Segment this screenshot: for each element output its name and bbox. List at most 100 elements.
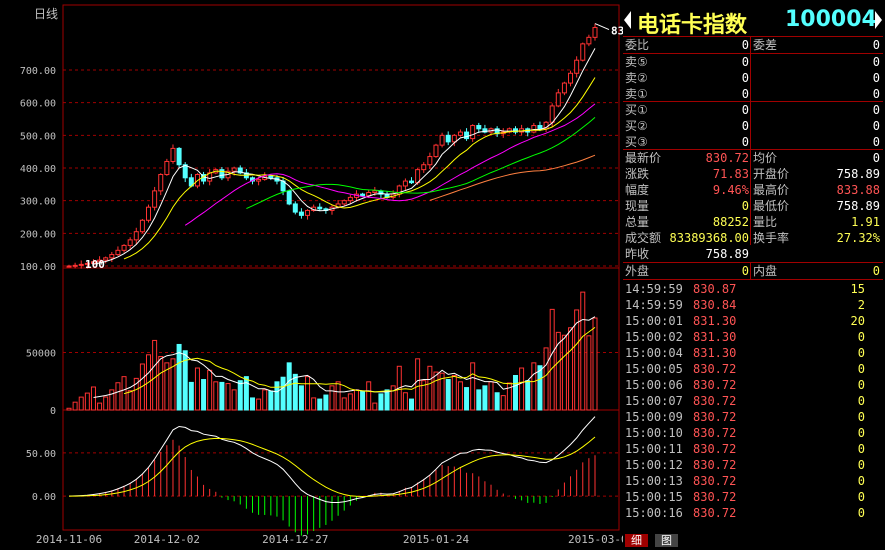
candle — [445, 134, 451, 143]
price-tick-label: 400.00 — [20, 164, 56, 175]
volume-bar — [176, 343, 182, 411]
trade-volume: 0 — [857, 442, 865, 456]
candle — [256, 178, 262, 182]
candle — [146, 206, 152, 221]
quote-stat-row: 成交额 83389368.00 换手率 27.32% — [623, 230, 883, 246]
ma5-line — [93, 48, 596, 265]
panel-tabs: 细图 — [623, 534, 883, 548]
stat-label: 最新价 — [625, 151, 662, 165]
stat-label: 量比 — [753, 215, 778, 229]
volume-bar — [457, 381, 463, 411]
high-value-label: 833.8801 — [611, 25, 623, 38]
candle — [78, 263, 84, 266]
volume-bar — [494, 392, 500, 411]
quote-header: 电话卡指数 100004 — [623, 5, 883, 38]
stat-label: 幅度 — [625, 183, 650, 197]
volume-bar — [372, 402, 378, 411]
panel-column-divider — [750, 149, 751, 245]
panel-tab[interactable]: 细 — [625, 534, 648, 547]
order-level-label: 买② — [625, 119, 648, 133]
trade-price: 831.30 — [693, 330, 737, 344]
order-volume: 0 — [872, 119, 880, 133]
panel-tab[interactable]: 图 — [655, 534, 678, 547]
volume-bar — [305, 376, 311, 411]
quote-stat-row: 涨跌 71.83 开盘价 758.89 — [623, 166, 883, 182]
period-label: 日线 — [34, 7, 58, 21]
trade-row: 15:00:16 830.72 0 — [623, 505, 883, 521]
volume-bar — [360, 390, 366, 411]
macd-tick-label: 0.00 — [32, 492, 56, 503]
trade-time: 15:00:06 — [625, 378, 683, 392]
candle — [158, 174, 164, 192]
candle — [66, 265, 72, 268]
weibi-row: 委比 0 委差 0 — [623, 37, 883, 53]
candle — [115, 249, 121, 256]
trade-volume: 0 — [857, 426, 865, 440]
candle — [427, 156, 433, 166]
volume-bar — [482, 385, 488, 411]
candle — [347, 196, 353, 202]
inner-label: 内盘 — [753, 264, 778, 278]
volume-bar — [586, 335, 592, 411]
prev-close-label: 昨收 — [625, 247, 650, 261]
next-arrow-icon[interactable] — [875, 11, 882, 29]
candle — [580, 43, 586, 61]
order-price: 0 — [741, 135, 749, 149]
volume-bar — [201, 379, 207, 411]
volume-bar — [280, 376, 286, 411]
ma30-line — [246, 117, 596, 210]
volume-bar — [268, 390, 274, 411]
volume-bar — [519, 367, 525, 411]
candle — [133, 231, 139, 241]
weicha-value: 0 — [872, 38, 880, 52]
trade-time: 15:00:15 — [625, 490, 683, 504]
trade-time: 15:00:12 — [625, 458, 683, 472]
stat-value: 833.88 — [836, 183, 880, 197]
trade-price: 830.72 — [693, 442, 737, 456]
quote-stat-row: 现量 0 最低价 758.89 — [623, 198, 883, 214]
volume-bar — [445, 379, 451, 411]
outer-label: 外盘 — [625, 264, 650, 278]
prev-arrow-icon[interactable] — [624, 11, 631, 29]
volume-bar — [97, 402, 103, 411]
trade-row: 15:00:09 830.72 0 — [623, 409, 883, 425]
order-level-label: 买③ — [625, 135, 648, 149]
trade-volume: 0 — [857, 378, 865, 392]
trade-time: 15:00:02 — [625, 330, 683, 344]
inner-value: 0 — [872, 264, 880, 278]
chart-area: 日线 700.00 600.00 500.00 400.00 300.00 200.00 10… — [20, 4, 623, 546]
trade-volume: 0 — [857, 474, 865, 488]
volume-bar — [409, 398, 415, 411]
volume-bar — [451, 375, 457, 411]
candle — [341, 200, 347, 205]
candle — [170, 147, 176, 162]
volume-bar — [243, 376, 249, 411]
order-price: 0 — [741, 87, 749, 101]
candle — [537, 125, 543, 130]
volume-bar — [402, 392, 408, 411]
volume-bar — [366, 381, 372, 411]
volume-bar — [543, 347, 549, 411]
order-volume: 0 — [872, 135, 880, 149]
prev-close-value: 758.89 — [705, 247, 749, 261]
date-label: 2014-12-27 — [262, 533, 328, 546]
trade-time: 14:59:59 — [625, 282, 683, 296]
index-code: 100004 — [785, 7, 877, 32]
stat-label: 均价 — [753, 151, 778, 165]
trade-row: 14:59:59 830.87 15 — [623, 281, 883, 297]
macd-tick-label: 50.00 — [26, 449, 56, 460]
candle — [164, 160, 170, 176]
trade-price: 830.72 — [693, 378, 737, 392]
date-label: 2015-03-03 — [568, 533, 623, 546]
candle — [457, 131, 463, 136]
candle — [268, 175, 274, 179]
trade-row: 15:00:05 830.72 0 — [623, 361, 883, 377]
panel-column-divider — [750, 36, 751, 53]
stat-value: 0 — [872, 151, 880, 165]
macd-dea-line — [69, 436, 596, 498]
trade-volume: 15 — [850, 282, 865, 296]
volume-bar — [213, 381, 219, 411]
stat-value: 758.89 — [836, 199, 880, 213]
trade-price: 831.30 — [693, 346, 737, 360]
volume-bar — [66, 407, 72, 411]
